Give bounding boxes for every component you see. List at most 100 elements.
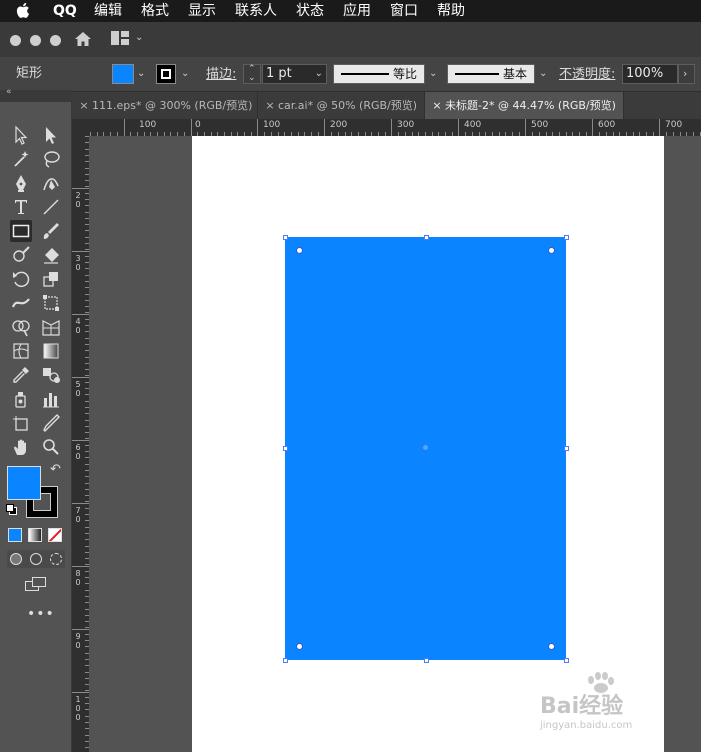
corner-radius-widget[interactable]	[548, 643, 555, 650]
tab-111-eps[interactable]: × 111.eps* @ 300% (RGB/预览)	[72, 92, 258, 119]
corner-radius-widget[interactable]	[296, 643, 303, 650]
menu-status[interactable]: 状态	[296, 0, 324, 22]
draw-behind-icon[interactable]	[30, 553, 42, 565]
draw-inside-icon[interactable]	[50, 553, 62, 565]
stroke-weight-chevron-icon: ⌄	[314, 68, 323, 79]
stroke-label[interactable]: 描边:	[206, 65, 236, 85]
hand-tool-icon[interactable]	[10, 436, 32, 458]
menu-window[interactable]: 窗口	[390, 0, 418, 22]
resize-handle-top[interactable]	[424, 235, 429, 240]
rotate-tool-icon[interactable]	[10, 268, 32, 290]
eyedropper-tool-icon[interactable]	[10, 364, 32, 386]
curvature-tool-icon[interactable]	[40, 172, 62, 194]
window-close-button[interactable]	[10, 35, 21, 46]
stroke-color-swatch[interactable]	[156, 64, 176, 84]
canvas-area[interactable]	[90, 136, 701, 752]
direct-selection-tool-icon[interactable]	[40, 124, 62, 146]
menu-help[interactable]: 帮助	[437, 0, 465, 22]
knife-tool-icon[interactable]	[40, 412, 62, 434]
menu-edit[interactable]: 编辑	[94, 0, 122, 22]
width-tool-icon[interactable]	[10, 292, 32, 314]
stroke-weight-stepper[interactable]: ⌃ ⌄	[243, 64, 261, 84]
gradient-mode-button[interactable]	[28, 528, 42, 542]
center-point[interactable]	[423, 445, 428, 450]
menu-format[interactable]: 格式	[141, 0, 169, 22]
opacity-label[interactable]: 不透明度:	[559, 65, 615, 85]
perspective-grid-tool-icon[interactable]	[40, 316, 62, 338]
tab-untitled-2[interactable]: × 未标题-2* @ 44.47% (RGB/预览)	[425, 92, 624, 119]
none-mode-button[interactable]	[48, 528, 62, 542]
menu-apps[interactable]: 应用	[343, 0, 371, 22]
lasso-tool-icon[interactable]	[40, 148, 62, 170]
ruler-tick	[85, 558, 89, 559]
color-mode-button[interactable]	[8, 528, 22, 542]
pen-tool-icon[interactable]	[10, 172, 32, 194]
magic-wand-tool-icon[interactable]	[10, 148, 32, 170]
zoom-tool-icon[interactable]	[40, 436, 62, 458]
workspace-layout-icon[interactable]	[111, 31, 129, 45]
resize-handle-left[interactable]	[283, 446, 288, 451]
scale-tool-icon[interactable]	[40, 268, 62, 290]
corner-radius-widget[interactable]	[296, 247, 303, 254]
rectangle-tool-icon[interactable]	[10, 220, 32, 242]
vertical-ruler[interactable]: 2030405060708090100110	[72, 136, 89, 752]
type-tool-icon[interactable]	[10, 196, 32, 218]
opacity-field[interactable]: 100%	[622, 64, 678, 84]
gradient-tool-icon[interactable]	[40, 340, 62, 362]
screen-mode-icon[interactable]	[25, 577, 47, 593]
stroke-weight-field[interactable]: 1 pt ⌄	[262, 64, 327, 84]
ruler-label: 50	[75, 380, 81, 398]
resize-handle-top-right[interactable]	[564, 235, 569, 240]
menu-contacts[interactable]: 联系人	[235, 0, 277, 22]
collapse-panel-icon[interactable]: «	[6, 87, 12, 97]
brush-definition-dropdown[interactable]: 基本	[447, 64, 535, 84]
eraser-tool-icon[interactable]	[40, 244, 62, 266]
default-fill-stroke-icon[interactable]	[6, 504, 17, 515]
opacity-value: 100%	[626, 66, 664, 81]
column-graph-tool-icon[interactable]	[40, 388, 62, 410]
corner-radius-widget[interactable]	[548, 247, 555, 254]
resize-handle-bottom-right[interactable]	[564, 658, 569, 663]
draw-normal-icon[interactable]	[10, 553, 22, 565]
blend-tool-icon[interactable]	[40, 364, 62, 386]
watermark-url: jingyan.baidu.com	[540, 720, 633, 731]
variable-width-profile-dropdown[interactable]: 等比	[333, 64, 425, 84]
resize-handle-right[interactable]	[564, 446, 569, 451]
chevron-down-icon[interactable]: ⌄	[135, 29, 143, 47]
symbol-sprayer-tool-icon[interactable]	[10, 388, 32, 410]
paintbrush-tool-icon[interactable]	[40, 220, 62, 242]
menu-view[interactable]: 显示	[188, 0, 216, 22]
document-tab-bar: × 111.eps* @ 300% (RGB/预览) × car.ai* @ 50%…	[72, 92, 701, 119]
apple-logo-icon[interactable]	[16, 2, 32, 19]
tab-close-icon[interactable]: ×	[262, 92, 278, 119]
tab-car-ai[interactable]: × car.ai* @ 50% (RGB/预览)	[258, 92, 425, 119]
menu-qq[interactable]: QQ	[53, 0, 77, 22]
ruler-tick	[85, 627, 89, 628]
resize-handle-bottom-left[interactable]	[283, 658, 288, 663]
tab-close-icon[interactable]: ×	[429, 92, 445, 119]
ruler-origin[interactable]	[72, 119, 90, 136]
shaper-tool-icon[interactable]	[10, 244, 32, 266]
opacity-arrow-button[interactable]: ›	[678, 64, 695, 84]
home-icon[interactable]	[74, 31, 92, 47]
fill-color-swatch[interactable]	[112, 64, 134, 84]
horizontal-ruler[interactable]: 100 0 100 200 300 400 500 600 700	[90, 119, 701, 136]
fill-swatch[interactable]	[7, 466, 41, 500]
free-transform-tool-icon[interactable]	[40, 292, 62, 314]
brush-chevron-icon[interactable]: ⌄	[539, 65, 547, 83]
swap-fill-stroke-icon[interactable]: ↶	[50, 462, 61, 477]
fill-dropdown-chevron-icon[interactable]: ⌄	[137, 65, 145, 83]
shape-builder-tool-icon[interactable]	[10, 316, 32, 338]
window-zoom-button[interactable]	[50, 35, 61, 46]
artboard-tool-icon[interactable]	[10, 412, 32, 434]
tab-close-icon[interactable]: ×	[76, 92, 92, 119]
profile-chevron-icon[interactable]: ⌄	[429, 65, 437, 83]
mesh-tool-icon[interactable]	[10, 340, 32, 362]
resize-handle-bottom[interactable]	[424, 658, 429, 663]
stroke-dropdown-chevron-icon[interactable]: ⌄	[181, 65, 189, 83]
resize-handle-top-left[interactable]	[283, 235, 288, 240]
selection-tool-icon[interactable]	[10, 124, 32, 146]
window-minimize-button[interactable]	[30, 35, 41, 46]
more-tools-icon[interactable]: •••	[27, 606, 55, 622]
line-segment-tool-icon[interactable]	[40, 196, 62, 218]
